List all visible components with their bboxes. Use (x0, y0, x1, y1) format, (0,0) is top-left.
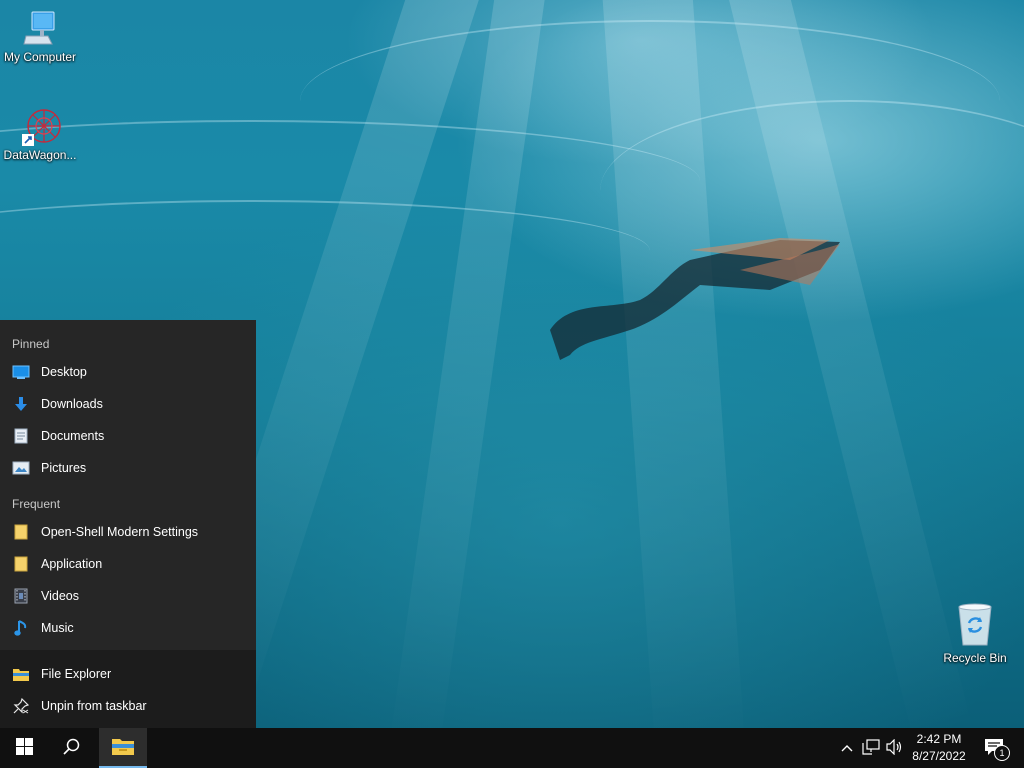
notification-badge: 1 (994, 745, 1010, 761)
desktop-icon-recycle-bin[interactable]: Recycle Bin (935, 603, 1015, 665)
jumplist-item-label: Music (41, 621, 74, 635)
show-hidden-icons-button[interactable] (838, 728, 856, 768)
recycle-bin-icon (955, 603, 995, 647)
download-arrow-icon (12, 395, 30, 413)
search-button[interactable] (48, 728, 96, 768)
desktop-icon-datawagon[interactable]: DataWagon... (0, 108, 80, 162)
notification-icon: 1 (984, 738, 1010, 761)
jumplist-item-label: File Explorer (41, 667, 112, 681)
start-button[interactable] (0, 728, 48, 768)
clock-date: 8/27/2022 (912, 749, 966, 763)
jumplist-item-label: Application (41, 557, 103, 571)
diver-silhouette (550, 238, 840, 360)
taskbar: 2:42 PM 8/27/2022 1 (0, 728, 1024, 768)
jumplist-item-label: Open-Shell Modern Settings (41, 525, 199, 539)
pictures-icon (12, 459, 30, 477)
windows-start-icon (15, 738, 33, 758)
folder-icon (12, 523, 30, 541)
folder-icon (12, 555, 30, 573)
search-icon (63, 738, 81, 759)
taskbar-jump-list: Pinned Desktop Downloads Documents Pictu… (0, 320, 256, 728)
desktop-icon-label: My Computer (3, 50, 77, 64)
jumplist-action-unpin[interactable]: Unpin from taskbar (0, 690, 256, 722)
volume-icon (886, 738, 904, 758)
jumplist-item-label: Unpin from taskbar (41, 699, 147, 713)
jumplist-item-label: Pictures (41, 461, 87, 475)
file-explorer-icon (12, 665, 30, 683)
jumplist-item-label: Downloads (41, 397, 103, 411)
jumplist-action-file-explorer[interactable]: File Explorer (0, 658, 256, 690)
jumplist-item-open-shell-settings[interactable]: Open-Shell Modern Settings (0, 516, 256, 548)
action-center-button[interactable]: 1 (980, 728, 1010, 768)
video-icon (12, 587, 30, 605)
desktop-icon-label: DataWagon... (3, 148, 77, 162)
pinned-header: Pinned (12, 337, 50, 351)
network-button[interactable] (860, 728, 882, 768)
clock-time: 2:42 PM (916, 732, 962, 746)
desktop-folder-icon (12, 363, 30, 381)
taskbar-file-explorer[interactable] (99, 728, 147, 768)
jumplist-item-label: Desktop (41, 365, 87, 379)
computer-icon (22, 10, 58, 46)
clock-button[interactable]: 2:42 PM 8/27/2022 (904, 731, 974, 765)
jumplist-item-music[interactable]: Music (0, 612, 256, 644)
jumplist-item-label: Videos (41, 589, 79, 603)
unpin-icon (12, 697, 30, 715)
network-icon (862, 738, 880, 758)
frequent-header: Frequent (12, 497, 61, 511)
document-icon (12, 427, 30, 445)
jumplist-item-pictures[interactable]: Pictures (0, 452, 256, 484)
desktop-icon-my-computer[interactable]: My Computer (0, 10, 80, 64)
jumplist-item-videos[interactable]: Videos (0, 580, 256, 612)
jumplist-item-desktop[interactable]: Desktop (0, 356, 256, 388)
volume-button[interactable] (884, 728, 906, 768)
datawagon-shortcut-icon (22, 108, 61, 146)
jumplist-item-label: Documents (41, 429, 105, 443)
jumplist-item-documents[interactable]: Documents (0, 420, 256, 452)
jumplist-item-application[interactable]: Application (0, 548, 256, 580)
jumplist-actions: File Explorer Unpin from taskbar (0, 650, 256, 728)
desktop-icon-label: Recycle Bin (943, 651, 1007, 665)
chevron-up-icon (841, 741, 853, 755)
file-explorer-icon (111, 736, 135, 759)
jumplist-item-downloads[interactable]: Downloads (0, 388, 256, 420)
music-note-icon (12, 619, 30, 637)
